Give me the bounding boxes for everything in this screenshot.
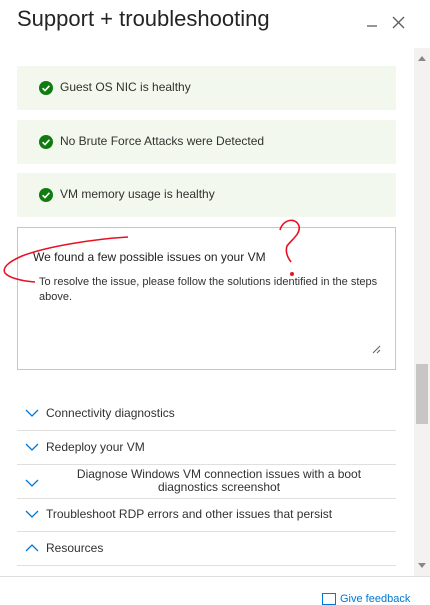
chevron-down-icon bbox=[25, 510, 39, 518]
scrollbar-thumb[interactable] bbox=[416, 364, 428, 424]
accordion-label: Redeploy your VM bbox=[46, 440, 145, 454]
check-circle-icon bbox=[39, 188, 53, 202]
accordion-label: Troubleshoot RDP errors and other issues… bbox=[46, 507, 333, 521]
accordion-boot-diagnostics[interactable]: Diagnose Windows VM connection issues wi… bbox=[17, 465, 396, 499]
chevron-down-icon bbox=[25, 443, 39, 451]
close-button[interactable] bbox=[388, 12, 408, 32]
status-card-memory: VM memory usage is healthy bbox=[17, 173, 396, 217]
accordion-connectivity-diagnostics[interactable]: Connectivity diagnostics bbox=[17, 397, 396, 431]
summary-title: We found a few possible issues on your V… bbox=[33, 250, 266, 264]
scroll-up-icon[interactable] bbox=[418, 56, 426, 61]
issues-summary-box[interactable]: We found a few possible issues on your V… bbox=[17, 227, 396, 370]
chevron-up-icon bbox=[25, 544, 39, 552]
minimize-button[interactable] bbox=[362, 12, 382, 32]
chevron-down-icon bbox=[25, 479, 39, 487]
panel-header: Support + troubleshooting bbox=[0, 0, 430, 48]
check-circle-icon bbox=[39, 135, 53, 149]
vertical-scrollbar[interactable] bbox=[414, 48, 430, 576]
status-text: Guest OS NIC is healthy bbox=[60, 80, 191, 94]
resize-handle-icon[interactable] bbox=[372, 345, 381, 354]
status-text: No Brute Force Attacks were Detected bbox=[60, 134, 265, 148]
check-circle-icon bbox=[39, 81, 53, 95]
panel-footer: Give feedback bbox=[0, 576, 430, 605]
status-text: VM memory usage is healthy bbox=[60, 187, 215, 201]
close-icon bbox=[392, 16, 404, 28]
minimize-icon bbox=[367, 25, 377, 27]
panel-title: Support + troubleshooting bbox=[17, 6, 270, 31]
status-card-brute-force: No Brute Force Attacks were Detected bbox=[17, 120, 396, 164]
chevron-down-icon bbox=[25, 409, 39, 417]
content-scroll-area: Guest OS NIC is healthy No Brute Force A… bbox=[0, 48, 412, 576]
accordion-label: Connectivity diagnostics bbox=[46, 406, 175, 420]
status-card-nic: Guest OS NIC is healthy bbox=[17, 66, 396, 110]
give-feedback-link[interactable]: Give feedback bbox=[340, 593, 410, 605]
accordion-resources[interactable]: Resources bbox=[17, 532, 396, 566]
scroll-down-icon[interactable] bbox=[418, 563, 426, 568]
accordion-redeploy-vm[interactable]: Redeploy your VM bbox=[17, 431, 396, 465]
feedback-icon bbox=[322, 593, 336, 605]
accordion-troubleshoot-rdp[interactable]: Troubleshoot RDP errors and other issues… bbox=[17, 498, 396, 532]
accordion-label: Resources bbox=[46, 541, 104, 555]
summary-body: To resolve the issue, please follow the … bbox=[39, 276, 378, 303]
accordion-label: Diagnose Windows VM connection issues wi… bbox=[76, 467, 362, 494]
